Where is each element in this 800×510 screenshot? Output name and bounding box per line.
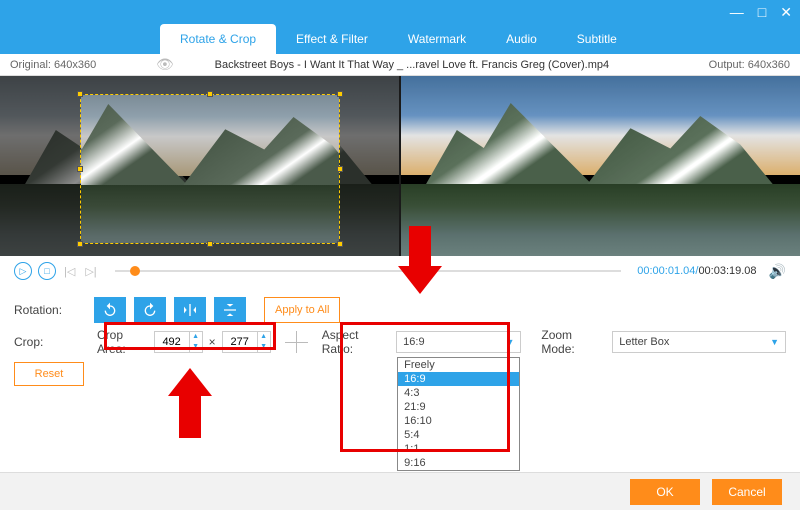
tab-audio[interactable]: Audio: [486, 24, 557, 54]
next-frame-button[interactable]: ▷|: [83, 265, 98, 278]
flip-vertical-button[interactable]: [214, 297, 246, 323]
tab-rotate-crop[interactable]: Rotate & Crop: [160, 24, 276, 54]
aspect-ratio-group: Aspect Ratio: 16:9 ▼ Freely 16:9 4:3 21:…: [316, 325, 528, 359]
center-crop-button[interactable]: [285, 331, 308, 353]
crop-handle-tl[interactable]: [77, 91, 83, 97]
output-preview: [401, 76, 800, 256]
rotate-left-button[interactable]: [94, 297, 126, 323]
crop-width-field[interactable]: [155, 336, 189, 348]
aspect-option-9-16[interactable]: 9:16: [398, 456, 519, 470]
rotate-right-button[interactable]: [134, 297, 166, 323]
time-display: 00:00:01.04/00:03:19.08: [637, 265, 756, 277]
aspect-option-16-9[interactable]: 16:9: [398, 372, 519, 386]
tab-watermark[interactable]: Watermark: [388, 24, 486, 54]
crop-handle-t[interactable]: [207, 91, 213, 97]
cancel-button[interactable]: Cancel: [712, 479, 782, 505]
crop-height-down[interactable]: ▼: [258, 342, 270, 352]
crop-height-input[interactable]: ▲▼: [222, 331, 271, 353]
apply-to-all-button[interactable]: Apply to All: [264, 297, 340, 323]
crop-width-down[interactable]: ▼: [190, 342, 202, 352]
aspect-ratio-list: Freely 16:9 4:3 21:9 16:10 5:4 1:1 9:16: [397, 357, 520, 471]
crop-height-up[interactable]: ▲: [258, 332, 270, 342]
player-bar: ▷ □ |◁ ▷| 00:00:01.04/00:03:19.08 🔊: [0, 256, 800, 286]
crop-width-up[interactable]: ▲: [190, 332, 202, 342]
rotation-label: Rotation:: [14, 303, 94, 317]
seek-thumb[interactable]: [130, 266, 140, 276]
crop-handle-r[interactable]: [337, 166, 343, 172]
output-size-label: Output: 640x360: [650, 59, 790, 71]
titlebar: — □ ✕: [0, 0, 800, 24]
crop-handle-l[interactable]: [77, 166, 83, 172]
crop-rectangle[interactable]: [80, 94, 340, 244]
crop-width-input[interactable]: ▲▼: [154, 331, 203, 353]
original-size-label: Original: 640x360: [10, 59, 150, 71]
zoom-mode-dropdown[interactable]: Letter Box ▼: [612, 331, 786, 353]
aspect-option-4-3[interactable]: 4:3: [398, 386, 519, 400]
crop-handle-b[interactable]: [207, 241, 213, 247]
file-title: Backstreet Boys - I Want It That Way _ .…: [174, 59, 650, 71]
tab-bar: Rotate & Crop Effect & Filter Watermark …: [0, 24, 800, 54]
preview-toggle-icon[interactable]: 👁: [156, 56, 174, 73]
times-symbol: ×: [209, 335, 216, 349]
maximize-button[interactable]: □: [758, 4, 766, 20]
tab-subtitle[interactable]: Subtitle: [557, 24, 637, 54]
prev-frame-button[interactable]: |◁: [62, 265, 77, 278]
crop-area-label: Crop Area:: [97, 328, 148, 356]
aspect-ratio-label: Aspect Ratio:: [322, 328, 390, 356]
controls-panel: Rotation: Apply to All Crop: Crop Area: …: [0, 286, 800, 386]
preview-area: [0, 76, 800, 256]
minimize-button[interactable]: —: [730, 4, 744, 20]
original-preview[interactable]: [0, 76, 399, 256]
aspect-option-16-10[interactable]: 16:10: [398, 414, 519, 428]
volume-icon[interactable]: 🔊: [769, 263, 786, 280]
play-button[interactable]: ▷: [14, 262, 32, 280]
zoom-mode-label: Zoom Mode:: [541, 328, 606, 356]
close-button[interactable]: ✕: [780, 4, 792, 21]
aspect-option-21-9[interactable]: 21:9: [398, 400, 519, 414]
aspect-option-freely[interactable]: Freely: [398, 358, 519, 372]
ok-button[interactable]: OK: [630, 479, 700, 505]
crop-handle-bl[interactable]: [77, 241, 83, 247]
info-bar: Original: 640x360 👁 Backstreet Boys - I …: [0, 54, 800, 76]
aspect-ratio-dropdown[interactable]: 16:9 ▼ Freely 16:9 4:3 21:9 16:10 5:4 1:…: [396, 331, 521, 353]
crop-height-field[interactable]: [223, 336, 257, 348]
crop-handle-tr[interactable]: [337, 91, 343, 97]
chevron-down-icon: ▼: [770, 337, 779, 347]
tab-effect-filter[interactable]: Effect & Filter: [276, 24, 388, 54]
duration: 00:03:19.08: [698, 265, 756, 277]
flip-horizontal-button[interactable]: [174, 297, 206, 323]
crop-handle-br[interactable]: [337, 241, 343, 247]
aspect-option-1-1[interactable]: 1:1: [398, 442, 519, 456]
zoom-mode-value: Letter Box: [619, 336, 669, 348]
current-time: 00:00:01.04: [637, 265, 695, 277]
crop-label: Crop:: [14, 335, 91, 349]
chevron-down-icon: ▼: [505, 337, 514, 347]
aspect-option-5-4[interactable]: 5:4: [398, 428, 519, 442]
reset-button[interactable]: Reset: [14, 362, 84, 386]
footer: OK Cancel: [0, 472, 800, 510]
seek-track[interactable]: [115, 270, 622, 272]
aspect-ratio-value: 16:9: [403, 336, 424, 348]
stop-button[interactable]: □: [38, 262, 56, 280]
crop-area-group: Crop Area: ▲▼ × ▲▼: [91, 325, 277, 359]
